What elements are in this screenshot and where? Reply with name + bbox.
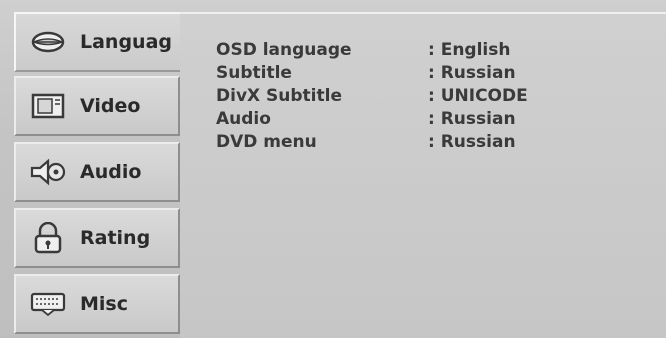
tab-video[interactable]: Video (14, 76, 180, 136)
speaker-icon (28, 157, 68, 187)
settings-panel: OSD language : English Subtitle : Russia… (180, 12, 666, 338)
setting-name: Audio (216, 108, 271, 129)
lips-icon (28, 27, 68, 57)
tab-rating[interactable]: Rating (14, 208, 180, 268)
setting-value: : Russian (428, 131, 516, 152)
setting-row-subtitle[interactable]: Subtitle : Russian (216, 61, 528, 84)
tab-language[interactable]: Languag (14, 12, 194, 72)
setup-screen: Languag Video Audio Rating Misc OSD lang… (0, 0, 666, 338)
setting-row-audio[interactable]: Audio : Russian (216, 107, 528, 130)
tab-misc-label: Misc (80, 293, 128, 315)
setting-value: : Russian (428, 62, 516, 83)
setting-row-dvd-menu[interactable]: DVD menu : Russian (216, 130, 528, 153)
setting-name: Subtitle (216, 62, 292, 83)
setting-value: : Russian (428, 108, 516, 129)
setting-row-divx-subtitle[interactable]: DivX Subtitle : UNICODE (216, 84, 528, 107)
padlock-icon (28, 222, 68, 254)
setup-sidebar: Languag Video Audio Rating Misc (14, 12, 194, 334)
tab-video-label: Video (80, 95, 141, 117)
tab-language-label: Languag (80, 31, 173, 53)
monitor-icon (28, 91, 68, 121)
tab-rating-label: Rating (80, 227, 151, 249)
tab-misc[interactable]: Misc (14, 274, 180, 334)
settings-list: OSD language : English Subtitle : Russia… (216, 38, 528, 153)
setting-row-osd-language[interactable]: OSD language : English (216, 38, 528, 61)
setting-name: DivX Subtitle (216, 85, 342, 106)
keyboard-icon (28, 289, 68, 319)
setting-name: OSD language (216, 39, 352, 60)
tab-audio-label: Audio (80, 161, 142, 183)
setting-value: : UNICODE (428, 85, 528, 106)
setting-name: DVD menu (216, 131, 317, 152)
setting-value: : English (428, 39, 511, 60)
tab-audio[interactable]: Audio (14, 142, 180, 202)
